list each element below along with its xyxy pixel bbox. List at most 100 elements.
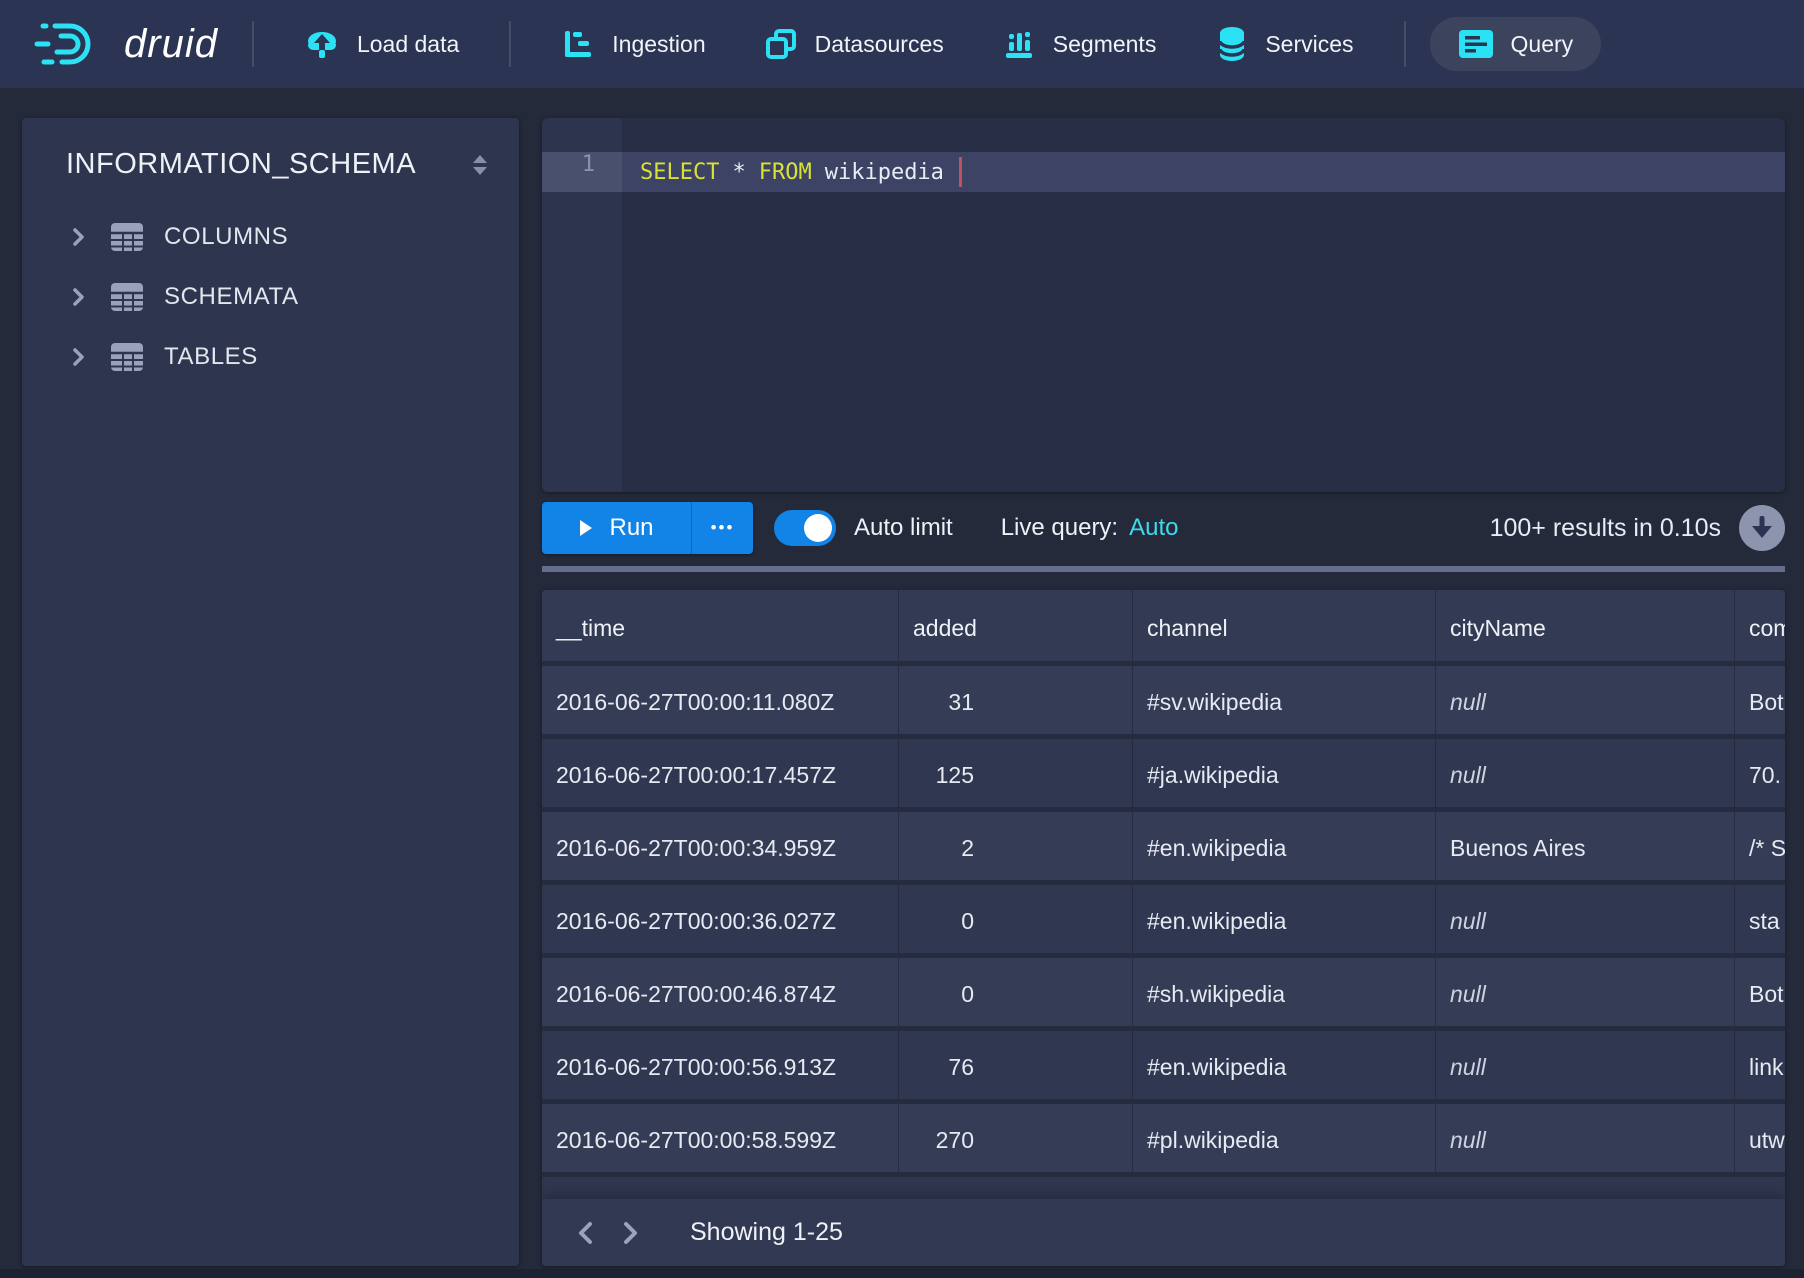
sidebar-item-label: TABLES bbox=[164, 343, 258, 371]
cell-__time[interactable]: 2016-06-27T00:00:58.599Z bbox=[542, 1104, 899, 1172]
sql-identifier: wikipedia bbox=[825, 160, 944, 185]
nav-item-label: Query bbox=[1511, 31, 1574, 58]
toggle-knob bbox=[804, 514, 832, 542]
cell-cityName[interactable]: null bbox=[1436, 958, 1735, 1026]
next-page-button[interactable] bbox=[608, 1211, 652, 1255]
table-row: 2016-06-27T00:00:58.599Z270#pl.wikipedia… bbox=[542, 1104, 1785, 1177]
cell-added[interactable]: 270 bbox=[899, 1104, 1133, 1172]
cell-added[interactable]: 125 bbox=[899, 739, 1133, 807]
chevron-right-icon[interactable] bbox=[66, 225, 90, 249]
nav-item-segments[interactable]: Segments bbox=[1002, 27, 1157, 61]
cell-comment[interactable]: 70. bbox=[1735, 739, 1785, 807]
cell-__time[interactable]: 2016-06-27T00:00:36.027Z bbox=[542, 885, 899, 953]
auto-limit-label: Auto limit bbox=[854, 514, 953, 542]
run-bar: Run ••• Auto limit Live query: Auto 100+… bbox=[542, 500, 1785, 556]
table-icon bbox=[110, 222, 144, 252]
cell-__time[interactable]: 2016-06-27T00:00:17.457Z bbox=[542, 739, 899, 807]
double-caret-vertical-icon[interactable] bbox=[467, 151, 493, 179]
nav-item-datasources[interactable]: Datasources bbox=[764, 27, 944, 61]
cell-channel[interactable]: #en.wikipedia bbox=[1133, 1031, 1436, 1099]
sidebar-item-tables[interactable]: TABLES bbox=[22, 327, 519, 387]
run-more-button[interactable]: ••• bbox=[692, 502, 753, 554]
nav-divider bbox=[252, 21, 254, 67]
cell-__time[interactable]: 2016-06-27T00:00:46.874Z bbox=[542, 958, 899, 1026]
cell-added[interactable]: 76 bbox=[899, 1031, 1133, 1099]
nav-item-load-data[interactable]: Load data bbox=[304, 28, 459, 60]
cell-channel[interactable]: #en.wikipedia bbox=[1133, 885, 1436, 953]
schema-selector[interactable]: INFORMATION_SCHEMA bbox=[66, 148, 416, 181]
sql-editor[interactable]: 1 SELECT * FROM wikipedia bbox=[542, 118, 1785, 492]
nav-item-label: Datasources bbox=[815, 31, 944, 58]
cell-cityName[interactable]: null bbox=[1436, 1104, 1735, 1172]
cell-channel[interactable]: #en.wikipedia bbox=[1133, 812, 1436, 880]
download-icon[interactable] bbox=[1739, 505, 1785, 551]
cell-added[interactable]: 31 bbox=[899, 666, 1133, 734]
chevron-right-icon[interactable] bbox=[66, 345, 90, 369]
table-icon bbox=[110, 342, 144, 372]
nav-divider bbox=[1404, 21, 1406, 67]
cell-added[interactable]: 0 bbox=[899, 958, 1133, 1026]
auto-limit-toggle[interactable] bbox=[774, 510, 836, 546]
panel-divider[interactable] bbox=[542, 566, 1785, 572]
cell-channel[interactable]: #ja.wikipedia bbox=[1133, 739, 1436, 807]
nav-item-services[interactable]: Services bbox=[1216, 26, 1353, 62]
nav-item-query[interactable]: Query bbox=[1430, 17, 1602, 71]
page-bottom-edge bbox=[0, 1269, 1804, 1278]
cell-__time[interactable]: 2016-06-27T00:00:34.959Z bbox=[542, 812, 899, 880]
cloud-upload-icon bbox=[304, 28, 340, 60]
cell-cityName[interactable]: Buenos Aires bbox=[1436, 812, 1735, 880]
nav-item-label: Ingestion bbox=[612, 31, 705, 58]
more-icon: ••• bbox=[711, 518, 735, 537]
previous-page-button[interactable] bbox=[564, 1211, 608, 1255]
cell-cityName[interactable]: null bbox=[1436, 666, 1735, 734]
cell-comment[interactable]: Bot bbox=[1735, 666, 1785, 734]
cell-comment[interactable]: utw bbox=[1735, 1104, 1785, 1172]
cell-added[interactable]: 0 bbox=[899, 885, 1133, 953]
cell-__time[interactable]: 2016-06-27T00:00:56.913Z bbox=[542, 1031, 899, 1099]
column-header-cityname[interactable]: cityName bbox=[1436, 590, 1735, 661]
sidebar-item-schemata[interactable]: SCHEMATA bbox=[22, 267, 519, 327]
chevron-right-icon[interactable] bbox=[66, 285, 90, 309]
table-row: 2016-06-27T00:00:36.027Z0#en.wikipedianu… bbox=[542, 885, 1785, 958]
cell-comment[interactable]: sta bbox=[1735, 885, 1785, 953]
column-header-channel[interactable]: channel bbox=[1133, 590, 1436, 661]
cell-comment[interactable]: /* S bbox=[1735, 812, 1785, 880]
nav-item-ingestion[interactable]: Ingestion bbox=[561, 27, 705, 61]
cell-channel[interactable]: #sh.wikipedia bbox=[1133, 958, 1436, 1026]
column-header-time[interactable]: __time bbox=[542, 590, 899, 661]
bar-chart-icon bbox=[1002, 27, 1036, 61]
schema-tree: COLUMNS SCHEMATA bbox=[22, 207, 519, 387]
nav-item-label: Segments bbox=[1053, 31, 1157, 58]
pagination-bar: Showing 1-25 bbox=[542, 1198, 1785, 1266]
nav-item-label: Load data bbox=[357, 31, 459, 58]
cell-cityName[interactable]: null bbox=[1436, 1031, 1735, 1099]
cell-comment[interactable]: Bot bbox=[1735, 958, 1785, 1026]
run-button-group: Run ••• bbox=[542, 502, 753, 554]
live-query-label: Live query: bbox=[1001, 514, 1118, 542]
line-number: 1 bbox=[542, 152, 595, 192]
cell-comment[interactable]: link bbox=[1735, 1031, 1785, 1099]
column-header-added[interactable]: added bbox=[899, 590, 1133, 661]
cell-channel[interactable]: #sv.wikipedia bbox=[1133, 666, 1436, 734]
cell-added[interactable]: 2 bbox=[899, 812, 1133, 880]
top-nav-bar: druid Load data Ingestion Datasources bbox=[0, 0, 1804, 88]
cell-__time[interactable]: 2016-06-27T00:00:11.080Z bbox=[542, 666, 899, 734]
sidebar-item-columns[interactable]: COLUMNS bbox=[22, 207, 519, 267]
database-icon bbox=[1216, 26, 1248, 62]
table-row: 2016-06-27T00:00:34.959Z2#en.wikipediaBu… bbox=[542, 812, 1785, 885]
text-cursor bbox=[959, 157, 962, 187]
sql-statement[interactable]: SELECT * FROM wikipedia bbox=[640, 152, 962, 192]
sql-keyword: SELECT bbox=[640, 160, 719, 185]
run-button-label: Run bbox=[609, 514, 653, 542]
live-query-value[interactable]: Auto bbox=[1129, 514, 1178, 542]
table-row: 2016-06-27T00:00:56.913Z76#en.wikipedian… bbox=[542, 1031, 1785, 1104]
cell-cityName[interactable]: null bbox=[1436, 885, 1735, 953]
table-row: 2016-06-27T00:00:11.080Z31#sv.wikipedian… bbox=[542, 666, 1785, 739]
cell-channel[interactable]: #pl.wikipedia bbox=[1133, 1104, 1436, 1172]
table-row: 2016-06-27T00:00:46.874Z0#sh.wikipedianu… bbox=[542, 958, 1785, 1031]
druid-logo[interactable]: druid bbox=[30, 19, 218, 69]
column-header-comment[interactable]: comment bbox=[1735, 590, 1785, 661]
console-icon bbox=[1458, 29, 1494, 59]
cell-cityName[interactable]: null bbox=[1436, 739, 1735, 807]
run-button[interactable]: Run bbox=[542, 502, 692, 554]
